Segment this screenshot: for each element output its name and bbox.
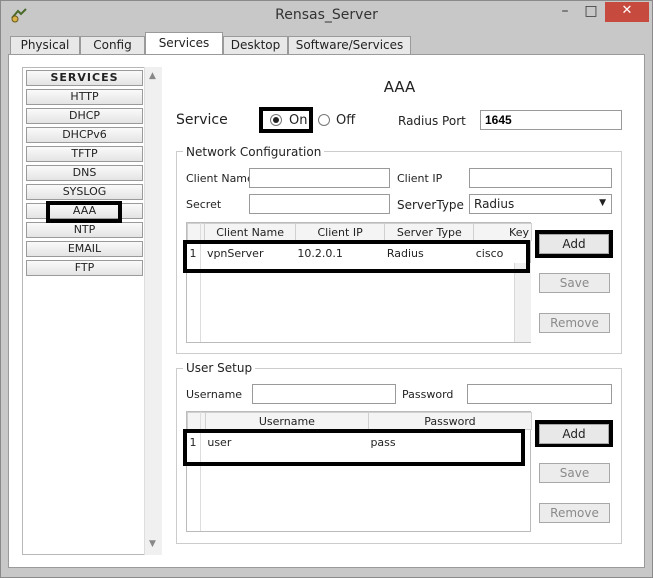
secret-input[interactable] (249, 194, 390, 214)
scroll-down-icon[interactable]: ▼ (149, 539, 156, 549)
radius-port-input[interactable] (480, 110, 622, 130)
table-scrollbar[interactable] (514, 263, 531, 342)
sidebar-item-dhcp[interactable]: DHCP (26, 108, 143, 124)
tab-config[interactable]: Config (80, 36, 145, 55)
scroll-up-icon[interactable]: ▲ (149, 71, 156, 81)
remove-client-button[interactable]: Remove (539, 313, 610, 333)
sidebar-item-tftp[interactable]: TFTP (26, 146, 143, 162)
tab-services[interactable]: Services (145, 32, 223, 55)
server-type-select[interactable]: Radius ▼ (469, 194, 612, 214)
close-button[interactable]: ✕ (605, 2, 649, 22)
minimize-button[interactable]: – (552, 2, 578, 22)
add-user-button[interactable]: Add (539, 424, 609, 444)
save-client-button[interactable]: Save (539, 273, 610, 293)
password-input[interactable] (467, 384, 612, 404)
client-row-highlight-box (183, 240, 530, 273)
user-row-highlight-box (183, 429, 525, 466)
service-on-radio[interactable] (270, 114, 282, 126)
aaa-highlight-box (46, 201, 122, 223)
service-label: Service (176, 112, 228, 128)
username-label: Username (186, 388, 243, 401)
secret-label: Secret (186, 198, 222, 211)
service-off-radio[interactable] (318, 114, 330, 126)
chevron-down-icon: ▼ (599, 198, 606, 208)
sidebar-item-ftp[interactable]: FTP (26, 260, 143, 276)
column-header[interactable]: Client IP (294, 223, 386, 241)
remove-user-button[interactable]: Remove (539, 503, 610, 523)
column-header[interactable]: Password (367, 412, 533, 430)
server-type-label: ServerType (397, 198, 464, 212)
sidebar-item-dns[interactable]: DNS (26, 165, 143, 181)
service-on-label: On (289, 113, 308, 128)
column-header[interactable]: Server Type (384, 223, 475, 241)
client-name-label: Client Name (186, 172, 254, 185)
sidebar-item-dhcpv6[interactable]: DHCPv6 (26, 127, 143, 143)
column-header[interactable]: Key (473, 223, 532, 241)
network-configuration-legend: Network Configuration (183, 145, 325, 159)
sidebar-item-http[interactable]: HTTP (26, 89, 143, 105)
client-name-input[interactable] (249, 168, 390, 188)
radius-port-label: Radius Port (398, 114, 466, 128)
services-scrollbar[interactable]: ▲ ▼ (144, 67, 162, 555)
client-ip-label: Client IP (397, 172, 443, 185)
add-client-button[interactable]: Add (539, 234, 609, 254)
sidebar-item-ntp[interactable]: NTP (26, 222, 143, 238)
column-header[interactable]: Client Name (204, 223, 296, 241)
services-header: SERVICES (26, 70, 143, 86)
client-ip-input[interactable] (469, 168, 612, 188)
tab-bar: Physical Config Services Desktop Softwar… (8, 32, 645, 55)
tab-physical[interactable]: Physical (10, 36, 80, 55)
user-setup-legend: User Setup (183, 361, 256, 375)
tab-software-services[interactable]: Software/Services (288, 36, 411, 55)
server-type-value: Radius (474, 197, 515, 211)
service-off-label: Off (336, 113, 356, 128)
tab-desktop[interactable]: Desktop (223, 36, 288, 55)
column-header[interactable]: Username (204, 412, 369, 430)
username-input[interactable] (252, 384, 396, 404)
maximize-button[interactable]: □ (578, 2, 604, 22)
sidebar-item-email[interactable]: EMAIL (26, 241, 143, 257)
page-title: AAA (383, 78, 416, 96)
save-user-button[interactable]: Save (539, 463, 610, 483)
sidebar-item-syslog[interactable]: SYSLOG (26, 184, 143, 200)
password-label: Password (402, 388, 454, 401)
